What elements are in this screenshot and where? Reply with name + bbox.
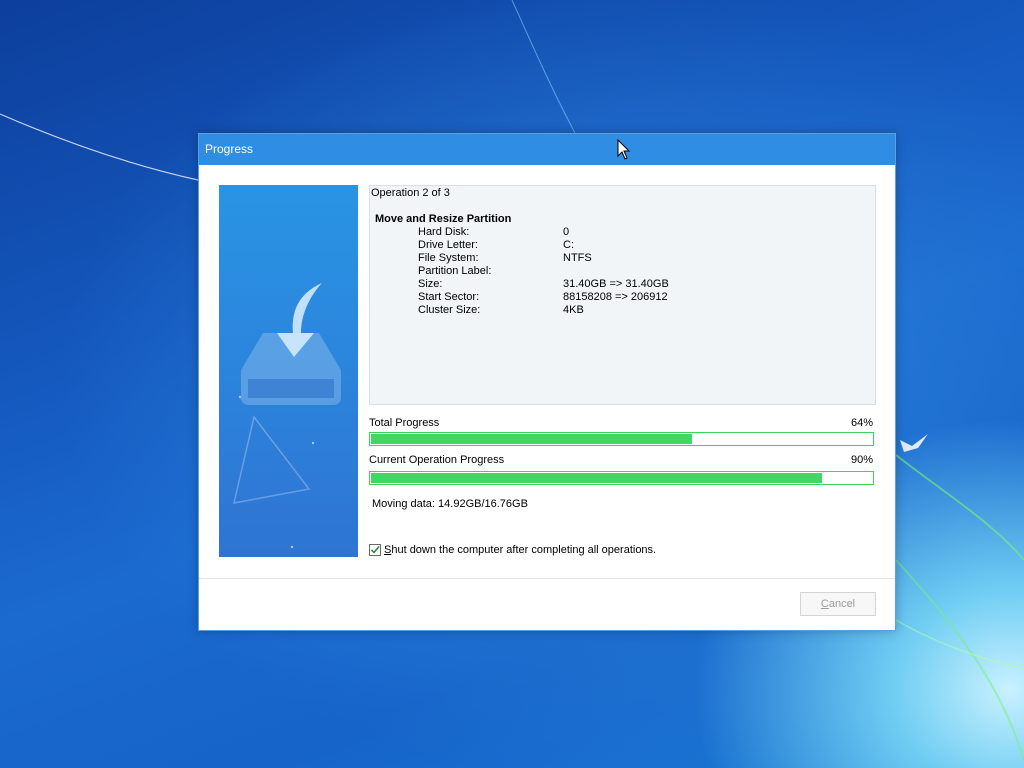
current-progress-fill	[371, 473, 822, 483]
detail-row: Drive Letter: C:	[418, 239, 858, 252]
detail-row: Start Sector: 88158208 => 206912	[418, 291, 858, 304]
total-progress-fill	[371, 434, 692, 444]
shutdown-checkbox-label[interactable]: Shut down the computer after completing …	[384, 544, 656, 556]
detail-label: Partition Label:	[418, 265, 492, 277]
moving-data-status: Moving data: 14.92GB/16.76GB	[372, 498, 528, 510]
detail-label: Start Sector:	[418, 291, 480, 303]
current-progress-label: Current Operation Progress	[369, 454, 505, 466]
detail-row: Hard Disk: 0	[418, 226, 858, 239]
dialog-title[interactable]: Progress	[199, 134, 895, 165]
total-progress-percent: 64%	[850, 417, 873, 429]
detail-value: C:	[563, 239, 574, 251]
footer-divider	[199, 578, 895, 579]
cancel-label-mnemonic: C	[820, 598, 829, 610]
detail-label: Cluster Size:	[418, 304, 481, 316]
operation-counter: Operation 2 of 3	[371, 187, 450, 199]
detail-value: 88158208 => 206912	[563, 291, 668, 303]
detail-label: Hard Disk:	[418, 226, 470, 238]
detail-value: NTFS	[563, 252, 592, 264]
operation-info-box: Operation 2 of 3 Move and Resize Partiti…	[369, 185, 876, 405]
cancel-button[interactable]: Cancel	[800, 592, 876, 616]
mouse-pointer-icon	[617, 139, 631, 160]
detail-value: 31.40GB => 31.40GB	[563, 278, 669, 290]
shutdown-label-text: hut down the computer after completing a…	[391, 544, 657, 556]
total-progress-bar	[369, 432, 874, 446]
shutdown-checkbox[interactable]	[369, 544, 381, 556]
detail-value: 4KB	[563, 304, 584, 316]
detail-row: Cluster Size: 4KB	[418, 304, 858, 317]
progress-dialog: Progress Operation 2 of 3 Move and Resiz…	[198, 133, 896, 631]
cancel-label-text: ancel	[828, 598, 856, 610]
detail-row: Partition Label:	[418, 265, 858, 278]
operation-title: Move and Resize Partition	[375, 213, 512, 225]
detail-label: Drive Letter:	[418, 239, 478, 251]
detail-value: 0	[563, 226, 570, 238]
download-to-drive-icon	[233, 283, 341, 549]
side-panel-illustration	[219, 185, 358, 557]
detail-label: File System:	[418, 252, 479, 264]
detail-label: Size:	[418, 278, 443, 290]
current-progress-bar	[369, 471, 874, 485]
total-progress-label: Total Progress	[369, 417, 440, 429]
detail-row: File System: NTFS	[418, 252, 858, 265]
current-progress-percent: 90%	[850, 454, 873, 466]
checkmark-icon	[370, 545, 380, 554]
detail-row: Size: 31.40GB => 31.40GB	[418, 278, 858, 291]
